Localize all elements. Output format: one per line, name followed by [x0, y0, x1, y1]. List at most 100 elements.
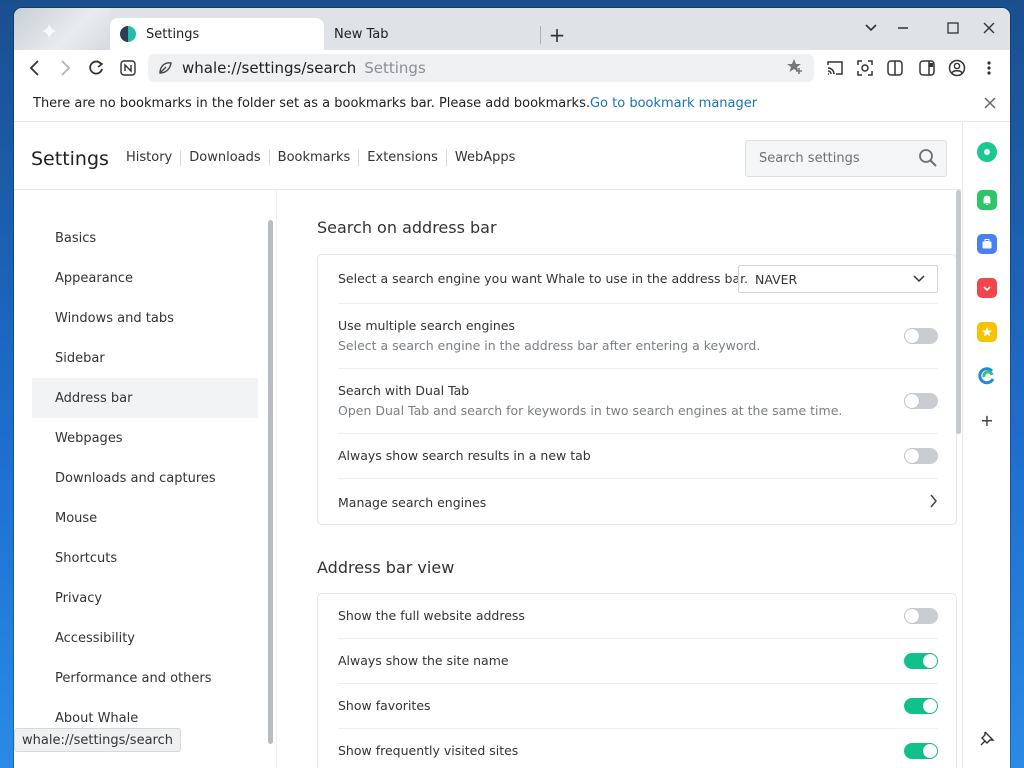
header-link-extensions[interactable]: Extensions [359, 150, 447, 166]
settings-header: Settings History Downloads Bookmarks Ext… [14, 122, 962, 190]
tab-new-tab[interactable]: New Tab [334, 18, 534, 50]
bird-icon: ✦ [40, 20, 59, 45]
manage-engines-label: Manage search engines [338, 495, 487, 510]
sidebar-toggle-button[interactable] [914, 55, 940, 81]
new-tab-results-label: Always show search results in a new tab [338, 448, 591, 463]
add-app-button[interactable]: + [977, 410, 997, 430]
sidebar-item-sidebar[interactable]: Sidebar [32, 338, 258, 378]
header-link-webapps[interactable]: WebApps [447, 150, 524, 166]
site-name-toggle[interactable] [904, 653, 938, 669]
naver-n-icon [120, 60, 136, 76]
minimize-icon [898, 27, 908, 29]
tab-label: New Tab [334, 26, 389, 42]
dual-tab-toggle[interactable] [904, 393, 938, 409]
tab-label: Settings [146, 26, 200, 42]
frequent-sites-label: Show frequently visited sites [338, 743, 519, 758]
address-title-hint: Settings [364, 59, 426, 77]
site-name-row: Always show the site name [338, 639, 938, 684]
profile-button[interactable] [944, 55, 970, 81]
sidebar-item-webpages[interactable]: Webpages [32, 418, 258, 458]
search-placeholder: Search settings [759, 151, 860, 166]
main-scrollbar[interactable] [956, 190, 961, 434]
bookmark-notice-text: There are no bookmarks in the folder set… [33, 96, 590, 111]
menu-button[interactable] [976, 55, 1002, 81]
new-tab-button[interactable]: + [544, 22, 570, 48]
address-url: whale://settings/search [182, 59, 357, 77]
pocket-icon[interactable] [977, 278, 997, 298]
full-address-toggle[interactable] [904, 608, 938, 624]
sidebar-scrollbar[interactable] [268, 220, 273, 744]
briefcase-icon[interactable] [977, 234, 997, 254]
pin-icon[interactable] [977, 728, 997, 748]
sidebar-item-privacy[interactable]: Privacy [32, 578, 258, 618]
search-icon[interactable] [918, 148, 938, 168]
whale-sidebar: + [962, 122, 1010, 768]
frequent-sites-row: Show frequently visited sites [338, 729, 938, 768]
forward-button[interactable] [52, 54, 80, 82]
close-window-button[interactable] [974, 16, 1004, 40]
tab-strip: ✦ Settings New Tab + [14, 8, 1010, 50]
back-button[interactable] [20, 54, 48, 82]
bookmark-manager-link[interactable]: Go to bookmark manager [590, 96, 757, 111]
sidebar-item-shortcuts[interactable]: Shortcuts [32, 538, 258, 578]
settings-page: Settings History Downloads Bookmarks Ext… [14, 122, 962, 768]
sidebar-item-accessibility[interactable]: Accessibility [32, 618, 258, 658]
add-favorite-icon[interactable] [786, 58, 804, 78]
search-settings-input[interactable]: Search settings [745, 140, 947, 177]
browser-window: ✦ Settings New Tab + whale://settings/se… [14, 8, 1010, 768]
search-engine-value: NAVER [755, 271, 798, 287]
close-icon [984, 97, 996, 109]
minimize-button[interactable] [888, 16, 918, 40]
tabstrip-logo-area: ✦ [14, 8, 110, 50]
sidebar-item-mouse[interactable]: Mouse [32, 498, 258, 538]
address-bar[interactable]: whale://settings/search Settings [148, 54, 814, 82]
capture-button[interactable] [852, 55, 878, 81]
sidebar-item-appearance[interactable]: Appearance [32, 258, 258, 298]
sidebar-item-performance[interactable]: Performance and others [32, 658, 258, 698]
nav-divider [276, 190, 277, 768]
site-name-label: Always show the site name [338, 653, 509, 668]
green-dot-icon[interactable] [977, 142, 997, 162]
multi-engine-desc: Select a search engine in the address ba… [338, 338, 761, 353]
cast-button[interactable] [822, 55, 848, 81]
dual-tab-desc: Open Dual Tab and search for keywords in… [338, 403, 843, 418]
sidebar-item-basics[interactable]: Basics [32, 218, 258, 258]
split-view-button[interactable] [882, 55, 908, 81]
sidebar-item-windows-and-tabs[interactable]: Windows and tabs [32, 298, 258, 338]
reload-button[interactable] [82, 54, 110, 82]
search-settings-card: Select a search engine you want Whale to… [317, 254, 957, 525]
dual-tab-row: Search with Dual Tab Open Dual Tab and s… [338, 369, 938, 434]
sidebar-panel-icon [919, 60, 935, 76]
header-link-downloads[interactable]: Downloads [181, 150, 270, 166]
capture-icon [857, 60, 873, 76]
header-link-history[interactable]: History [118, 150, 182, 166]
whale-favicon-icon [120, 26, 136, 42]
frequent-sites-toggle[interactable] [904, 743, 938, 759]
full-address-label: Show the full website address [338, 608, 525, 623]
header-link-bookmarks[interactable]: Bookmarks [270, 150, 360, 166]
favorites-toggle[interactable] [904, 698, 938, 714]
multi-engine-toggle[interactable] [904, 328, 938, 344]
sidebar-item-downloads-and-captures[interactable]: Downloads and captures [32, 458, 258, 498]
more-vertical-icon [987, 61, 991, 75]
section-title-view: Address bar view [317, 558, 455, 577]
search-engine-select[interactable]: NAVER [738, 265, 938, 293]
tab-list-button[interactable] [856, 16, 886, 40]
sidebar-item-address-bar[interactable]: Address bar [32, 378, 258, 418]
page-title: Settings [31, 148, 109, 170]
maximize-button[interactable] [938, 16, 968, 40]
dual-tab-label: Search with Dual Tab [338, 383, 470, 398]
close-notice-button[interactable] [984, 94, 996, 113]
edge-icon[interactable] [977, 366, 997, 386]
notification-bell-icon[interactable] [977, 190, 997, 210]
star-icon[interactable] [977, 322, 997, 342]
naver-home-button[interactable] [114, 54, 142, 82]
maximize-icon [947, 22, 959, 34]
tab-separator [540, 26, 541, 44]
favorites-label: Show favorites [338, 698, 431, 713]
toolbar: whale://settings/search Settings [14, 50, 1010, 86]
new-tab-results-toggle[interactable] [904, 448, 938, 464]
tab-settings[interactable]: Settings [110, 18, 324, 50]
header-links: History Downloads Bookmarks Extensions W… [118, 150, 523, 166]
manage-engines-row[interactable]: Manage search engines [338, 479, 938, 525]
